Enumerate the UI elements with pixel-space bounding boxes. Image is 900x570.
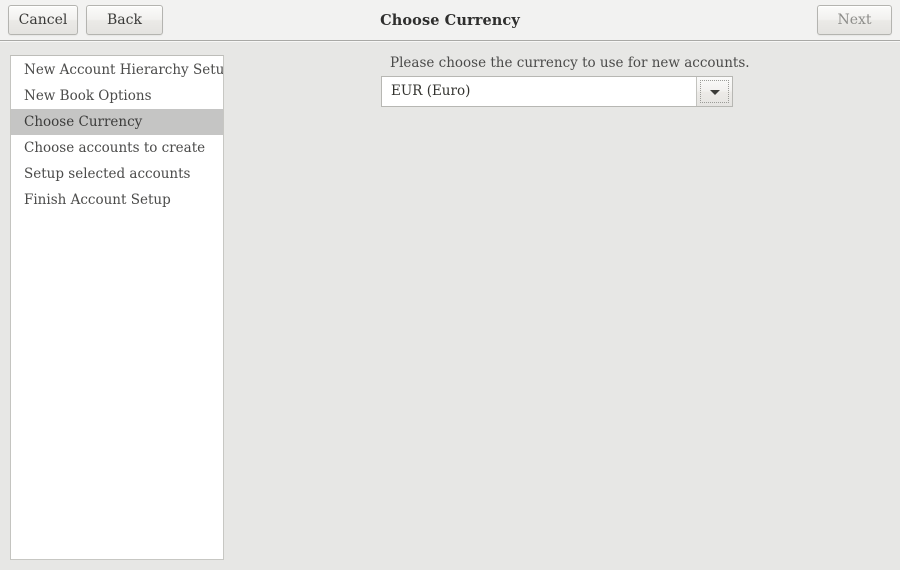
currency-combobox[interactable]: EUR (Euro) <box>381 76 733 107</box>
chevron-down-icon <box>710 90 720 95</box>
sidebar-item-setup-selected-accounts[interactable]: Setup selected accounts <box>11 161 223 187</box>
sidebar-item-label: Setup selected accounts <box>24 166 190 182</box>
sidebar-item-label: Choose accounts to create <box>24 140 205 156</box>
back-button[interactable]: Back <box>86 5 163 35</box>
assistant-window: Choose Currency Cancel Back Next New Acc… <box>0 0 900 570</box>
sidebar-item-label: New Account Hierarchy Setup <box>24 62 224 78</box>
currency-input[interactable]: EUR (Euro) <box>382 77 696 106</box>
cancel-button[interactable]: Cancel <box>8 5 78 35</box>
header-separator <box>0 41 900 42</box>
sidebar-item-label: Choose Currency <box>24 114 142 130</box>
step-list: New Account Hierarchy Setup New Book Opt… <box>11 57 223 213</box>
sidebar-item-new-account-hierarchy-setup[interactable]: New Account Hierarchy Setup <box>11 57 223 83</box>
main-content: Please choose the currency to use for ne… <box>232 48 892 560</box>
sidebar-item-choose-currency[interactable]: Choose Currency <box>11 109 223 135</box>
currency-dropdown-button[interactable] <box>696 77 732 106</box>
sidebar-item-finish-account-setup[interactable]: Finish Account Setup <box>11 187 223 213</box>
assistant-step-sidebar: New Account Hierarchy Setup New Book Opt… <box>10 55 224 560</box>
assistant-header: Choose Currency Cancel Back Next <box>0 0 900 41</box>
next-button[interactable]: Next <box>817 5 892 35</box>
sidebar-item-choose-accounts-to-create[interactable]: Choose accounts to create <box>11 135 223 161</box>
sidebar-item-label: Finish Account Setup <box>24 192 171 208</box>
currency-instruction-label: Please choose the currency to use for ne… <box>390 55 750 71</box>
sidebar-item-label: New Book Options <box>24 88 152 104</box>
sidebar-item-new-book-options[interactable]: New Book Options <box>11 83 223 109</box>
